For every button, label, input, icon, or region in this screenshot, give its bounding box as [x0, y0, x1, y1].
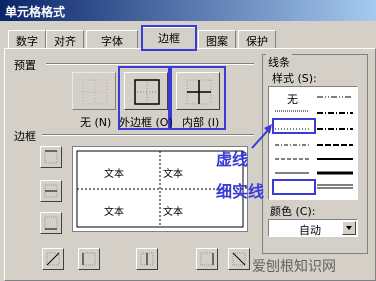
- tab-pattern[interactable]: 图案: [198, 30, 236, 49]
- border-middle-icon: [44, 184, 58, 198]
- diagonal-down-icon: [232, 252, 246, 266]
- border-outline-icon: [134, 79, 160, 105]
- border-diagonal-down-button[interactable]: [228, 248, 250, 270]
- border-bottom-icon: [44, 216, 58, 230]
- border-left-icon: [82, 252, 96, 266]
- preview-cell-text: 文本: [104, 207, 124, 218]
- tab-protection[interactable]: 保护: [238, 30, 276, 49]
- preset-outline-button[interactable]: [124, 72, 168, 110]
- line-style-swatches: [275, 96, 353, 189]
- tab-border[interactable]: 边框: [142, 27, 196, 49]
- dashed-annotation: 虚线: [216, 150, 249, 169]
- thin-solid-annotation: 细实线: [216, 182, 265, 201]
- color-select-value: 自动: [299, 224, 321, 237]
- border-right-button[interactable]: [196, 248, 218, 270]
- border-separator: [42, 134, 254, 136]
- preset-inside-label: 内部 (I): [182, 116, 220, 129]
- watermark: 爱刨根知识网: [252, 259, 336, 275]
- border-diagonal-up-button[interactable]: [42, 248, 64, 270]
- presets-separator: [46, 63, 254, 65]
- preset-none-label: 无 (N): [80, 116, 112, 129]
- diagonal-up-icon: [46, 252, 60, 266]
- color-select[interactable]: 自动: [268, 219, 358, 237]
- tab-font[interactable]: 字体: [86, 30, 138, 49]
- preview-cell-text: 文本: [104, 169, 124, 180]
- preview-cell-text: 文本: [163, 169, 183, 180]
- border-middle-button[interactable]: [40, 180, 62, 202]
- color-label: 颜色 (C):: [270, 205, 316, 218]
- preset-inside-button[interactable]: [176, 72, 220, 110]
- preset-none-button[interactable]: [72, 72, 116, 110]
- border-center-button[interactable]: [136, 248, 158, 270]
- preview-cell-text: 文本: [163, 207, 183, 218]
- border-top-icon: [44, 150, 58, 164]
- line-heading: 线条: [266, 54, 292, 70]
- line-style-list[interactable]: 无: [268, 86, 358, 200]
- border-right-icon: [200, 252, 214, 266]
- border-left-button[interactable]: [78, 248, 100, 270]
- tab-alignment[interactable]: 对齐: [46, 30, 84, 49]
- tab-number[interactable]: 数字: [8, 30, 46, 49]
- tab-strip: 数字 对齐 字体 边框 图案 保护: [0, 27, 376, 49]
- preset-outline-label: 外边框 (O): [119, 116, 173, 129]
- border-none-icon: [82, 79, 108, 105]
- border-heading: 边框: [14, 130, 36, 143]
- border-bottom-button[interactable]: [40, 212, 62, 234]
- dropdown-arrow-icon[interactable]: [342, 221, 356, 235]
- border-top-button[interactable]: [40, 146, 62, 168]
- border-inside-icon: [186, 79, 212, 105]
- border-center-icon: [140, 252, 154, 266]
- window-title: 单元格格式: [0, 0, 376, 21]
- style-label: 样式 (S):: [272, 72, 317, 85]
- presets-heading: 预置: [14, 59, 36, 72]
